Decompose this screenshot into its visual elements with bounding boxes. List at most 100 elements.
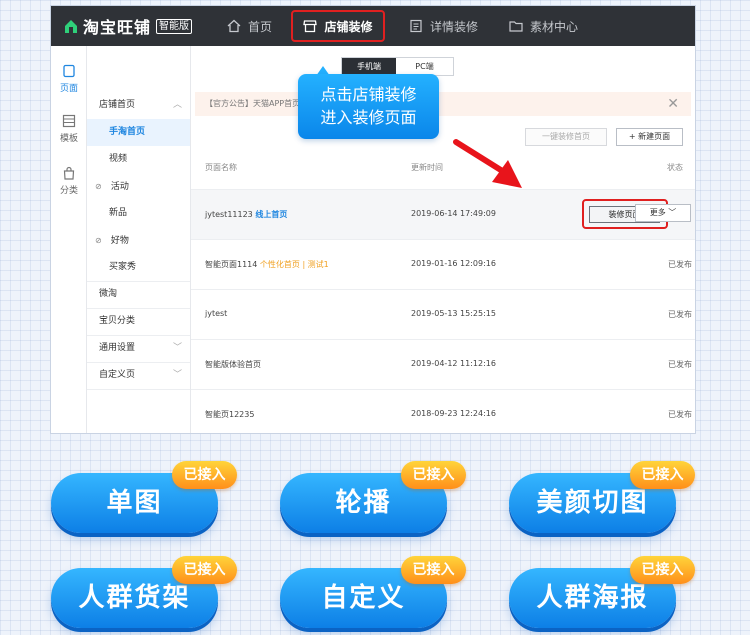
secnav-label: 买家秀: [109, 262, 137, 272]
secnav-item-category[interactable]: 宝贝分类: [87, 308, 190, 335]
secnav-label: 手淘首页: [109, 127, 146, 137]
nav-home-label: 首页: [248, 19, 273, 34]
tab-mobile[interactable]: 手机端: [342, 58, 396, 75]
nav-material-label: 素材中心: [530, 19, 579, 34]
nav-shop-decoration[interactable]: 店铺装修: [291, 10, 385, 42]
connected-badge: 已接入: [401, 556, 466, 584]
page-tag: 线上首页: [255, 210, 288, 219]
secnav-label: 通用设置: [99, 343, 136, 353]
nav-shop-label: 店铺装修: [324, 19, 373, 34]
divider: [87, 389, 190, 390]
nav-detail-decoration[interactable]: 详情装修: [409, 6, 478, 46]
column-header-name: 页面名称: [205, 163, 237, 172]
notice-text: 【官方公告】天猫APP首页: [205, 99, 301, 108]
secnav-label: 新品: [109, 208, 128, 218]
store-icon: [303, 20, 318, 33]
update-time: 2018-09-23 12:24:16: [411, 409, 496, 418]
connected-badge: 已接入: [172, 461, 237, 489]
secnav-label: 视频: [109, 154, 128, 164]
secnav-new[interactable]: 新品: [87, 200, 190, 227]
top-bar: 淘宝旺铺 智能版 首页 店铺装修 详情装修 素材中心: [51, 6, 695, 46]
page-name: jytest11123 线上首页: [205, 209, 287, 220]
secnav-goods[interactable]: ⊘ 好物: [87, 227, 190, 254]
chevron-up-icon: ︿: [172, 100, 182, 110]
page-name-text: 智能页面1114: [205, 260, 258, 269]
secnav-weitao[interactable]: 微淘: [87, 281, 190, 308]
nav-detail-label: 详情装修: [430, 19, 479, 34]
callout-line-2: 进入装修页面: [320, 108, 417, 127]
document-icon: [410, 19, 422, 33]
update-time: 2019-04-12 11:12:16: [411, 359, 496, 368]
leftbar-page-label: 页面: [59, 84, 78, 94]
hidden-icon: ⊘: [95, 236, 102, 245]
instruction-callout: 点击店铺装修 进入装修页面: [298, 74, 439, 139]
status-label: 已发布: [668, 310, 692, 319]
secnav-shop-home[interactable]: 店铺首页 ︿: [87, 92, 190, 119]
secnav-label: 好物: [110, 236, 129, 246]
one-click-decorate-button[interactable]: 一键装修首页: [525, 128, 607, 146]
tab-pc[interactable]: PC端: [396, 58, 453, 75]
page-name: 智能页面1114 个性化首页 | 测试1: [205, 259, 329, 270]
secnav-label: 自定义页: [99, 370, 136, 380]
status-label: 已发布: [668, 260, 692, 269]
secnav-label: 微淘: [99, 289, 118, 299]
notice-bar: 【官方公告】天猫APP首页 ✕: [195, 92, 691, 116]
one-click-decorate-label: 一键装修首页: [542, 132, 590, 141]
status-label: 已发布: [668, 410, 692, 419]
secnav-video[interactable]: 视频: [87, 146, 190, 173]
logo-text: 淘宝旺铺: [83, 18, 152, 37]
folder-icon: [509, 21, 523, 32]
leftbar-category[interactable]: 分类: [51, 166, 87, 196]
leftbar-template[interactable]: 模板: [51, 114, 87, 144]
more-dropdown[interactable]: 更多 ﹀: [635, 204, 691, 222]
connected-badge: 已接入: [630, 556, 695, 584]
status-label: 已发布: [668, 360, 692, 369]
nav-home[interactable]: 首页: [227, 6, 272, 46]
home-icon: [227, 19, 241, 33]
table-row[interactable]: jytest11123 线上首页 2019-06-14 17:49:09 装修页…: [191, 189, 695, 239]
hidden-icon: ⊘: [95, 182, 102, 191]
page-name-text: jytest11123: [205, 210, 253, 219]
chevron-down-icon: ﹀: [172, 370, 182, 380]
app-window: 淘宝旺铺 智能版 首页 店铺装修 详情装修 素材中心 页面 模板 分类 店铺首页…: [50, 5, 696, 434]
secnav-label: 宝贝分类: [99, 316, 136, 326]
red-arrow-icon: [453, 139, 522, 188]
page-name: jytest: [205, 309, 228, 318]
bag-icon: [63, 166, 75, 180]
left-icon-bar: 页面 模板 分类: [51, 46, 87, 433]
leftbar-template-label: 模板: [59, 134, 78, 144]
secnav-activity[interactable]: ⊘ 活动: [87, 173, 190, 200]
secondary-nav: 店铺首页 ︿ 手淘首页 视频 ⊘ 活动 新品 ⊘ 好物 买家秀 微淘 宝贝分类: [87, 46, 191, 433]
page-name: 智能页12235: [205, 410, 255, 419]
connected-badge: 已接入: [630, 461, 695, 489]
update-time: 2019-06-14 17:49:09: [411, 209, 496, 218]
template-icon: [62, 114, 76, 128]
leftbar-page[interactable]: 页面: [51, 64, 87, 94]
update-time: 2019-01-16 12:09:16: [411, 259, 496, 268]
column-header-status: 状态: [667, 163, 683, 172]
main-panel: 手机端 PC端 【官方公告】天猫APP首页 ✕ 一键装修首页 + 新建页面 页面…: [191, 46, 695, 433]
update-time: 2019-05-13 15:25:15: [411, 309, 496, 318]
table-row[interactable]: jytest 2019-05-13 15:25:15 已发布: [191, 289, 695, 339]
logo-badge: 智能版: [156, 18, 193, 34]
secnav-general-settings[interactable]: 通用设置 ﹀: [87, 335, 190, 362]
secnav-mobile-home[interactable]: 手淘首页: [87, 119, 190, 146]
page-icon: [63, 64, 75, 78]
secnav-label: 店铺首页: [99, 100, 136, 110]
nav-material-center[interactable]: 素材中心: [509, 6, 578, 46]
table-row[interactable]: 智能版体验首页 2019-04-12 11:12:16 已发布: [191, 339, 695, 389]
secnav-label: 活动: [110, 182, 129, 192]
page-name: 智能版体验首页: [205, 360, 261, 369]
secnav-buyer-show[interactable]: 买家秀: [87, 254, 190, 281]
new-page-label: + 新建页面: [628, 132, 671, 141]
page-tag: 个性化首页 | 测试1: [259, 260, 329, 269]
secnav-custom-page[interactable]: 自定义页 ﹀: [87, 362, 190, 389]
close-icon[interactable]: ✕: [667, 92, 679, 116]
logo[interactable]: 淘宝旺铺 智能版: [63, 15, 193, 37]
logo-icon: [65, 20, 77, 33]
callout-line-1: 点击店铺装修: [320, 85, 417, 104]
column-header-time: 更新时间: [411, 163, 443, 172]
new-page-button[interactable]: + 新建页面: [616, 128, 683, 146]
table-row[interactable]: 智能页12235 2018-09-23 12:24:16 已发布: [191, 389, 695, 433]
table-row[interactable]: 智能页面1114 个性化首页 | 测试1 2019-01-16 12:09:16…: [191, 239, 695, 289]
